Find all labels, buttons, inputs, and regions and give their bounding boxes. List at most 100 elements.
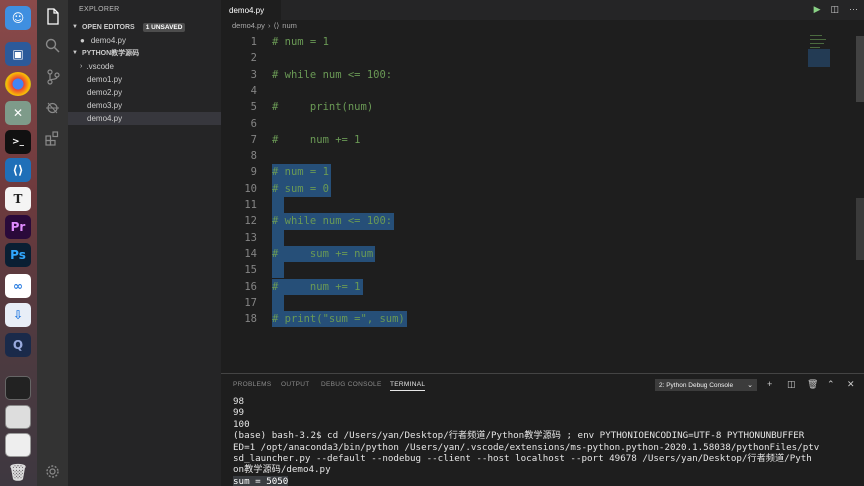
terminal-line: 99 bbox=[233, 407, 245, 419]
code-editor[interactable]: 1 # num = 1 2 3 # while num <= 100: 4 5 # print… bbox=[221, 33, 806, 373]
chevron-down-icon: ▼ bbox=[72, 24, 78, 30]
breadcrumb: demo4.py › ⟨⟩ num bbox=[232, 21, 297, 30]
line-number: 16 bbox=[244, 280, 257, 293]
tree-item-demo1[interactable]: demo1.py bbox=[68, 73, 221, 86]
tab-terminal[interactable]: TERMINAL bbox=[390, 381, 426, 391]
trash-icon[interactable]: 🗑 bbox=[5, 460, 31, 484]
finder-icon[interactable]: ☺ bbox=[5, 6, 31, 30]
code-line[interactable]: 5 # print(num) bbox=[221, 99, 806, 115]
terminal-select[interactable]: 2: Python Debug Console ⌄ bbox=[655, 379, 757, 391]
run-icon[interactable]: ▶ bbox=[814, 4, 821, 15]
chevron-right-icon: › bbox=[80, 63, 83, 70]
terminal-app-icon[interactable]: >_ bbox=[5, 130, 31, 154]
window-thumb-icon-3[interactable] bbox=[5, 433, 31, 457]
typora-icon[interactable]: T bbox=[5, 187, 31, 211]
project-folder-header[interactable]: ▼ PYTHON教学源码 bbox=[68, 47, 221, 59]
code-line[interactable]: 18 # print("sum =", sum) bbox=[221, 311, 806, 328]
maps-icon[interactable]: ✕ bbox=[5, 101, 31, 125]
code-line[interactable]: 16 # num += 1 bbox=[221, 278, 806, 295]
extensions-icon[interactable] bbox=[42, 128, 63, 149]
code-line[interactable]: 10 # sum = 0 bbox=[221, 180, 806, 197]
breadcrumb-file[interactable]: demo4.py bbox=[232, 21, 265, 30]
tree-item-label: demo1.py bbox=[87, 75, 123, 84]
code-line[interactable]: 3 # while num <= 100: bbox=[221, 67, 806, 83]
selection-highlight bbox=[272, 294, 284, 312]
debug-icon[interactable] bbox=[42, 97, 63, 118]
tree-item-vscode[interactable]: › .vscode bbox=[68, 60, 221, 73]
symbol-icon: ⟨⟩ bbox=[273, 21, 280, 30]
line-number: 7 bbox=[250, 133, 257, 146]
explorer-title: EXPLORER bbox=[79, 6, 120, 13]
split-terminal-icon[interactable]: ◫ bbox=[787, 379, 796, 390]
terminal-output[interactable]: 98 99 100 (base) bash-3.2$ cd /Users/yan/De… bbox=[233, 396, 853, 486]
code-line[interactable]: 15 bbox=[221, 262, 806, 279]
window-thumb-icon-2[interactable] bbox=[5, 405, 31, 429]
code-text: # sum = 0 bbox=[272, 182, 329, 195]
tree-item-demo4[interactable]: demo4.py bbox=[68, 112, 221, 125]
photoshop-icon[interactable]: Ps bbox=[5, 243, 31, 267]
maximize-panel-icon[interactable]: ⌃ bbox=[827, 379, 835, 390]
premiere-icon[interactable]: Pr bbox=[5, 215, 31, 239]
tab-output[interactable]: OUTPUT bbox=[281, 381, 310, 388]
chrome-icon[interactable] bbox=[5, 72, 31, 96]
kill-terminal-icon[interactable]: 🗑 bbox=[807, 379, 818, 390]
code-text: # sum += num bbox=[272, 247, 374, 260]
minimap[interactable] bbox=[806, 33, 856, 93]
vscode-icon[interactable]: ⟨⟩ bbox=[5, 158, 31, 182]
line-number: 5 bbox=[250, 101, 257, 114]
explorer-sidebar: EXPLORER ▼ OPEN EDITORS 1 UNSAVED ● demo… bbox=[68, 0, 221, 486]
selection-highlight bbox=[272, 197, 284, 214]
terminal-line: sd_launcher.py --default --nodebug --cli… bbox=[233, 453, 812, 465]
code-line[interactable]: 8 bbox=[221, 148, 806, 164]
terminal-line: sum = 5050 bbox=[233, 475, 853, 486]
tree-item-demo3[interactable]: demo3.py bbox=[68, 99, 221, 112]
terminal-line: 98 bbox=[233, 396, 245, 407]
breadcrumb-symbol[interactable]: num bbox=[282, 21, 297, 30]
window-thumb-icon[interactable] bbox=[5, 376, 31, 400]
terminal-line: (base) bash-3.2$ cd /Users/yan/Desktop/行… bbox=[233, 430, 805, 442]
line-number: 2 bbox=[250, 52, 257, 65]
terminal-select-value: 2: Python Debug Console bbox=[659, 381, 734, 389]
bottom-panel: PROBLEMS OUTPUT DEBUG CONSOLE TERMINAL 2… bbox=[221, 373, 864, 486]
more-actions-icon[interactable]: ··· bbox=[849, 4, 858, 15]
code-line[interactable]: 13 bbox=[221, 229, 806, 246]
code-line[interactable]: 12 # while num <= 100: bbox=[221, 213, 806, 230]
code-line[interactable]: 6 bbox=[221, 116, 806, 132]
search-icon[interactable] bbox=[42, 35, 63, 56]
line-number: 1 bbox=[250, 36, 257, 48]
virtualbox-icon[interactable]: ▣ bbox=[5, 42, 31, 66]
line-number: 6 bbox=[250, 117, 257, 130]
code-line[interactable]: 2 bbox=[221, 50, 806, 66]
tab-problems[interactable]: PROBLEMS bbox=[233, 381, 272, 388]
code-line[interactable]: 7 # num += 1 bbox=[221, 132, 806, 148]
settings-gear-icon[interactable] bbox=[42, 461, 63, 482]
baidu-netdisk-icon[interactable]: ∞ bbox=[5, 274, 31, 298]
tab-debug-console[interactable]: DEBUG CONSOLE bbox=[321, 381, 382, 388]
close-panel-icon[interactable]: ✕ bbox=[847, 379, 855, 390]
scrollbar-thumb[interactable] bbox=[856, 36, 864, 102]
code-line[interactable]: 4 bbox=[221, 83, 806, 99]
tree-item-label: demo4.py bbox=[87, 114, 123, 123]
new-terminal-icon[interactable]: + bbox=[767, 379, 772, 389]
tree-item-demo2[interactable]: demo2.py bbox=[68, 86, 221, 99]
source-control-icon[interactable] bbox=[42, 66, 63, 87]
project-folder-label: PYTHON教学源码 bbox=[81, 50, 140, 57]
app-store-icon[interactable]: ⇩ bbox=[5, 303, 31, 327]
split-editor-icon[interactable]: ◫ bbox=[830, 4, 839, 15]
files-icon[interactable] bbox=[42, 6, 63, 27]
terminal-line: ED=1 /opt/anaconda3/bin/python /Users/ya… bbox=[233, 441, 820, 453]
dirty-dot-icon[interactable]: ● bbox=[80, 36, 85, 45]
code-line[interactable]: 11 bbox=[221, 197, 806, 214]
code-line[interactable]: 14 # sum += num bbox=[221, 245, 806, 263]
terminal-result: sum = 5050 bbox=[233, 475, 289, 486]
open-editor-item[interactable]: ● demo4.py bbox=[68, 34, 221, 47]
tab-demo4[interactable]: demo4.py bbox=[221, 0, 281, 20]
tab-label: demo4.py bbox=[229, 5, 265, 15]
quicktime-icon[interactable]: Q bbox=[5, 333, 31, 357]
code-line[interactable]: 9 # num = 1 bbox=[221, 164, 806, 181]
code-line[interactable]: 17 bbox=[221, 294, 806, 312]
line-number: 8 bbox=[250, 150, 257, 163]
open-editors-header[interactable]: ▼ OPEN EDITORS 1 UNSAVED bbox=[68, 21, 221, 33]
code-text: # while num <= 100: bbox=[272, 215, 393, 228]
code-line[interactable]: 1 # num = 1 bbox=[221, 34, 806, 50]
